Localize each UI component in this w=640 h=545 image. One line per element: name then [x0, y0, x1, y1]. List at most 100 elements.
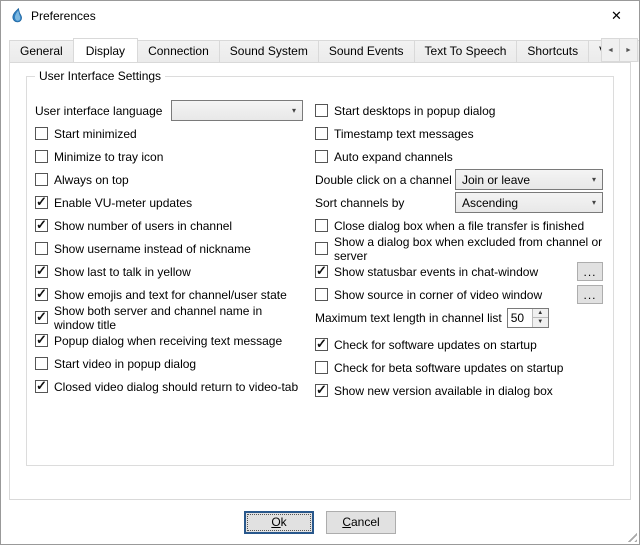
- checkbox-box: [315, 219, 328, 232]
- checkbox-show-username[interactable]: Show username instead of nickname: [35, 237, 303, 260]
- titlebar[interactable]: Preferences ✕: [1, 1, 639, 31]
- cancel-label: C: [342, 515, 351, 529]
- checkbox-box: [35, 380, 48, 393]
- checkbox-box: [35, 173, 48, 186]
- checkbox-box: [315, 288, 328, 301]
- checkbox-label: Auto expand channels: [334, 150, 453, 164]
- preferences-dialog: Preferences ✕ General Display Connection…: [0, 0, 640, 545]
- checkbox-video-source-corner[interactable]: Show source in corner of video window ..…: [315, 283, 603, 306]
- tab-general[interactable]: General: [9, 40, 74, 62]
- statusbar-more-button[interactable]: ...: [577, 262, 603, 281]
- checkbox-label: Start video in popup dialog: [54, 357, 196, 371]
- checkbox-box: [315, 242, 328, 255]
- checkbox-label: Show username instead of nickname: [54, 242, 251, 256]
- checkbox-box: [35, 288, 48, 301]
- checkbox-box: [35, 127, 48, 140]
- double-click-select[interactable]: Join or leave ▾: [455, 169, 603, 190]
- display-tab-page: User Interface Settings User interface l…: [9, 62, 631, 500]
- checkbox-box: [35, 242, 48, 255]
- tab-scroll-left-icon[interactable]: ◄: [601, 38, 620, 62]
- max-text-length-row: Maximum text length in channel list 50 ▲…: [315, 306, 603, 329]
- checkbox-auto-expand[interactable]: Auto expand channels: [315, 145, 603, 168]
- app-icon: [9, 8, 25, 24]
- checkbox-label: Enable VU-meter updates: [54, 196, 192, 210]
- cancel-label-rest: ancel: [351, 515, 380, 529]
- checkbox-box: [315, 104, 328, 117]
- tab-display[interactable]: Display: [73, 38, 138, 62]
- checkbox-label: Show last to talk in yellow: [54, 265, 191, 279]
- max-text-length-stepper[interactable]: 50 ▲ ▼: [507, 308, 549, 328]
- max-text-length-label: Maximum text length in channel list: [315, 311, 502, 325]
- checkbox-last-talk-yellow[interactable]: Show last to talk in yellow: [35, 260, 303, 283]
- checkbox-start-minimized[interactable]: Start minimized: [35, 122, 303, 145]
- checkbox-vu-meter[interactable]: Enable VU-meter updates: [35, 191, 303, 214]
- tab-scroller: ◄ ►: [602, 38, 638, 62]
- checkbox-show-user-count[interactable]: Show number of users in channel: [35, 214, 303, 237]
- spin-down-icon[interactable]: ▼: [533, 318, 548, 327]
- checkbox-box: [315, 361, 328, 374]
- ui-settings-group: User Interface Settings User interface l…: [26, 76, 614, 466]
- tab-scroll-right-icon[interactable]: ►: [619, 38, 638, 62]
- chevron-down-icon: ▾: [584, 198, 596, 207]
- checkbox-label: Always on top: [54, 173, 129, 187]
- checkbox-label: Start desktops in popup dialog: [334, 104, 495, 118]
- double-click-row: Double click on a channel Join or leave …: [315, 168, 603, 191]
- checkbox-box: [315, 338, 328, 351]
- checkbox-label: Minimize to tray icon: [54, 150, 163, 164]
- checkbox-label: Show number of users in channel: [54, 219, 232, 233]
- checkbox-always-on-top[interactable]: Always on top: [35, 168, 303, 191]
- checkbox-statusbar-events[interactable]: Show statusbar events in chat-window ...: [315, 260, 603, 283]
- tab-connection[interactable]: Connection: [137, 40, 220, 62]
- right-column: Start desktops in popup dialog Timestamp…: [303, 99, 605, 402]
- checkbox-box: [35, 219, 48, 232]
- chevron-down-icon: ▾: [584, 175, 596, 184]
- checkbox-excluded-dialog[interactable]: Show a dialog box when excluded from cha…: [315, 237, 603, 260]
- window-title: Preferences: [31, 9, 96, 23]
- tab-text-to-speech[interactable]: Text To Speech: [414, 40, 518, 62]
- checkbox-video-return-tab[interactable]: Closed video dialog should return to vid…: [35, 375, 303, 398]
- sort-channels-value: Ascending: [462, 196, 518, 210]
- tab-shortcuts[interactable]: Shortcuts: [516, 40, 589, 62]
- dialog-buttons: Ok Cancel: [1, 500, 639, 544]
- checkbox-label: Show a dialog box when excluded from cha…: [334, 235, 603, 263]
- checkbox-box: [315, 150, 328, 163]
- spin-up-icon[interactable]: ▲: [533, 309, 548, 319]
- checkbox-server-channel-title[interactable]: Show both server and channel name in win…: [35, 306, 303, 329]
- checkbox-popup-text-message[interactable]: Popup dialog when receiving text message: [35, 329, 303, 352]
- cancel-button[interactable]: Cancel: [326, 511, 396, 534]
- language-row: User interface language ▾: [35, 99, 303, 122]
- double-click-label: Double click on a channel: [315, 173, 452, 187]
- sort-channels-row: Sort channels by Ascending ▾: [315, 191, 603, 214]
- checkbox-timestamp-messages[interactable]: Timestamp text messages: [315, 122, 603, 145]
- checkbox-box: [315, 265, 328, 278]
- ok-button[interactable]: Ok: [244, 511, 314, 534]
- chevron-down-icon: ▾: [284, 106, 296, 115]
- checkbox-beta-updates[interactable]: Check for beta software updates on start…: [315, 356, 603, 379]
- sort-channels-select[interactable]: Ascending ▾: [455, 192, 603, 213]
- language-label: User interface language: [35, 104, 162, 118]
- checkbox-software-updates[interactable]: Check for software updates on startup: [315, 333, 603, 356]
- checkbox-video-popup[interactable]: Start video in popup dialog: [35, 352, 303, 375]
- checkbox-box: [315, 127, 328, 140]
- language-select[interactable]: ▾: [171, 100, 303, 121]
- double-click-value: Join or leave: [462, 173, 530, 187]
- tab-sound-events[interactable]: Sound Events: [318, 40, 415, 62]
- tab-sound-system[interactable]: Sound System: [219, 40, 319, 62]
- checkbox-desktops-popup[interactable]: Start desktops in popup dialog: [315, 99, 603, 122]
- checkbox-minimize-to-tray[interactable]: Minimize to tray icon: [35, 145, 303, 168]
- checkbox-box: [315, 384, 328, 397]
- left-column: User interface language ▾ Start minimize…: [35, 99, 303, 402]
- checkbox-label: Show source in corner of video window: [334, 288, 542, 302]
- max-text-length-value: 50: [508, 309, 532, 327]
- checkbox-label: Show both server and channel name in win…: [54, 304, 303, 332]
- close-icon[interactable]: ✕: [594, 1, 639, 31]
- group-title: User Interface Settings: [35, 69, 165, 83]
- checkbox-label: Timestamp text messages: [334, 127, 474, 141]
- checkbox-new-version-dialog[interactable]: Show new version available in dialog box: [315, 379, 603, 402]
- checkbox-box: [35, 196, 48, 209]
- checkbox-label: Show new version available in dialog box: [334, 384, 553, 398]
- sort-channels-label: Sort channels by: [315, 196, 404, 210]
- video-source-more-button[interactable]: ...: [577, 285, 603, 304]
- checkbox-label: Show statusbar events in chat-window: [334, 265, 538, 279]
- checkbox-label: Show emojis and text for channel/user st…: [54, 288, 287, 302]
